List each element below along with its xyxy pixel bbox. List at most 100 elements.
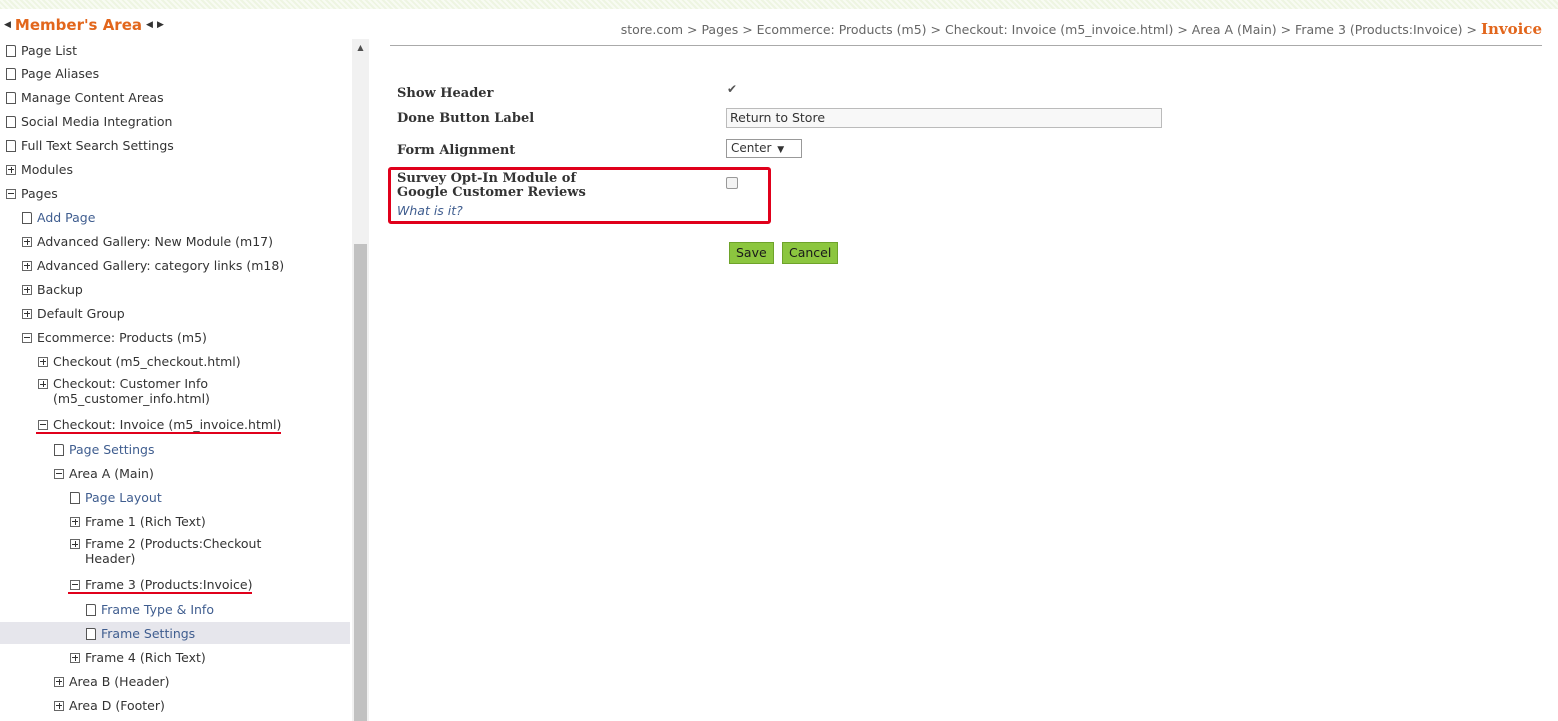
sidebar-item-frame-1[interactable]: Frame 1 (Rich Text)	[68, 510, 350, 532]
sidebar-item-label: Add Page	[37, 209, 96, 225]
sidebar-item-social-media[interactable]: Social Media Integration	[4, 110, 350, 132]
sidebar-item-label: Page Aliases	[21, 65, 100, 81]
sidebar-item-label: Page Layout	[85, 489, 162, 505]
done-button-label-input[interactable]: Return to Store	[726, 108, 1162, 128]
save-button[interactable]: Save	[729, 242, 774, 264]
sidebar-item-advanced-gallery-m18[interactable]: Advanced Gallery: category links (m18)	[20, 254, 350, 276]
show-header-checkbox[interactable]: ✔	[727, 83, 740, 96]
sidebar-prev-arrow-icon[interactable]: ◀	[4, 20, 11, 30]
sidebar-item-label: Advanced Gallery: New Module (m17)	[37, 233, 274, 249]
survey-label-line2: Google Customer Reviews	[397, 185, 586, 200]
breadcrumb-path[interactable]: store.com > Pages > Ecommerce: Products …	[621, 22, 1477, 37]
expand-icon[interactable]	[20, 236, 34, 247]
sidebar-item-checkout[interactable]: Checkout (m5_checkout.html)	[36, 350, 350, 372]
sidebar-item-backup[interactable]: Backup	[20, 278, 350, 300]
sidebar-item-label: Area D (Footer)	[69, 697, 165, 713]
survey-opt-in-checkbox[interactable]	[726, 177, 738, 189]
sidebar-item-frame-3[interactable]: Frame 3 (Products:Invoice)	[68, 574, 350, 596]
collapse-icon[interactable]	[20, 332, 34, 343]
sidebar-item-checkout-customer-info[interactable]: Checkout: Customer Info (m5_customer_inf…	[36, 376, 336, 410]
expand-icon[interactable]	[20, 260, 34, 271]
sidebar-item-label: Checkout: Invoice (m5_invoice.html)	[53, 416, 282, 432]
sidebar-item-label: Ecommerce: Products (m5)	[37, 329, 207, 345]
red-underline-highlight: Frame 3 (Products:Invoice)	[68, 576, 253, 594]
what-is-it-link[interactable]: What is it?	[397, 203, 463, 218]
sidebar-item-area-d[interactable]: Area D (Footer)	[52, 694, 350, 716]
sidebar-item-area-b[interactable]: Area B (Header)	[52, 670, 350, 692]
sidebar-item-label: Area A (Main)	[69, 465, 154, 481]
cancel-button[interactable]: Cancel	[782, 242, 839, 264]
sidebar-item-add-page[interactable]: Add Page	[20, 206, 350, 228]
page-icon	[4, 66, 18, 80]
sidebar-item-label: Frame 3 (Products:Invoice)	[85, 576, 253, 592]
sidebar-item-full-text-search[interactable]: Full Text Search Settings	[4, 134, 350, 156]
collapse-icon[interactable]	[4, 188, 18, 199]
expand-icon[interactable]	[36, 356, 50, 367]
page-icon	[52, 442, 66, 456]
show-header-label: Show Header	[397, 86, 494, 101]
sidebar-item-label: Frame 2 (Products:Checkout Header)	[85, 536, 262, 566]
breadcrumb-divider	[390, 45, 1542, 46]
sidebar-item-label: Frame 1 (Rich Text)	[85, 513, 206, 529]
sidebar-item-frame-settings[interactable]: Frame Settings	[0, 622, 350, 644]
sidebar-scrollbar[interactable]: ▲	[352, 39, 369, 721]
sidebar-item-label: Frame Settings	[101, 625, 196, 641]
sidebar-item-frame-2[interactable]: Frame 2 (Products:Checkout Header)	[68, 536, 318, 570]
sidebar-item-frame-type-info[interactable]: Frame Type & Info	[84, 598, 350, 620]
survey-opt-in-label: Survey Opt-In Module of Google Customer …	[397, 172, 586, 200]
expand-icon[interactable]	[20, 308, 34, 319]
expand-icon[interactable]	[36, 378, 50, 389]
page-icon	[84, 602, 98, 616]
top-decorative-strip	[0, 0, 1558, 9]
sidebar-item-advanced-gallery-m17[interactable]: Advanced Gallery: New Module (m17)	[20, 230, 350, 252]
expand-icon[interactable]	[68, 538, 82, 549]
expand-icon[interactable]	[68, 652, 82, 663]
sidebar-item-label: Area B (Header)	[69, 673, 170, 689]
sidebar-item-label: Page Settings	[69, 441, 155, 457]
scroll-up-arrow-icon[interactable]: ▲	[352, 39, 369, 56]
red-underline-highlight: Checkout: Invoice (m5_invoice.html)	[36, 416, 282, 434]
sidebar-item-ecommerce-products[interactable]: Ecommerce: Products (m5)	[20, 326, 350, 348]
dropdown-arrow-icon: ▼	[777, 145, 785, 155]
done-button-label-label: Done Button Label	[397, 111, 535, 126]
sidebar-item-label: Full Text Search Settings	[21, 137, 174, 153]
sidebar-item-page-layout[interactable]: Page Layout	[68, 486, 350, 508]
breadcrumb-current: Invoice	[1480, 20, 1542, 38]
sidebar-item-label: Checkout (m5_checkout.html)	[53, 353, 241, 369]
sidebar-next-arrow-icon[interactable]: ▶	[157, 20, 164, 30]
sidebar-item-page-list[interactable]: Page List	[4, 39, 350, 61]
sidebar-item-checkout-invoice[interactable]: Checkout: Invoice (m5_invoice.html)	[36, 414, 350, 436]
breadcrumb: store.com > Pages > Ecommerce: Products …	[390, 20, 1542, 44]
sidebar-item-label: Manage Content Areas	[21, 89, 164, 105]
page-icon	[4, 43, 18, 57]
scrollbar-thumb[interactable]	[354, 244, 367, 721]
collapse-icon[interactable]	[68, 579, 82, 590]
collapse-icon[interactable]	[52, 468, 66, 479]
page-icon	[4, 138, 18, 152]
sidebar-item-label: Backup	[37, 281, 83, 297]
sidebar-item-page-aliases[interactable]: Page Aliases	[4, 62, 350, 84]
collapse-icon[interactable]	[36, 419, 50, 430]
sidebar-item-label: Pages	[21, 185, 58, 201]
page-icon	[84, 626, 98, 640]
sidebar-item-modules[interactable]: Modules	[4, 158, 350, 180]
sidebar-item-label: Checkout: Customer Info (m5_customer_inf…	[53, 376, 210, 406]
form-alignment-select[interactable]: Center ▼	[726, 139, 802, 158]
expand-icon[interactable]	[52, 676, 66, 687]
sidebar-item-area-a[interactable]: Area A (Main)	[52, 462, 350, 484]
expand-icon[interactable]	[4, 164, 18, 175]
sidebar-item-label: Page List	[21, 42, 78, 58]
sidebar-item-label: Frame Type & Info	[101, 601, 214, 617]
sidebar-header: ◀ Member's Area ◀ ▶	[4, 14, 164, 36]
sidebar-prev-small-icon[interactable]: ◀	[146, 20, 153, 30]
sidebar-item-frame-4[interactable]: Frame 4 (Rich Text)	[68, 646, 350, 668]
page-icon	[4, 90, 18, 104]
expand-icon[interactable]	[52, 700, 66, 711]
sidebar-item-default-group[interactable]: Default Group	[20, 302, 350, 324]
sidebar-item-label: Advanced Gallery: category links (m18)	[37, 257, 285, 273]
sidebar-item-pages[interactable]: Pages	[4, 182, 350, 204]
expand-icon[interactable]	[20, 284, 34, 295]
sidebar-item-page-settings[interactable]: Page Settings	[52, 438, 350, 460]
expand-icon[interactable]	[68, 516, 82, 527]
sidebar-item-manage-content-areas[interactable]: Manage Content Areas	[4, 86, 350, 108]
